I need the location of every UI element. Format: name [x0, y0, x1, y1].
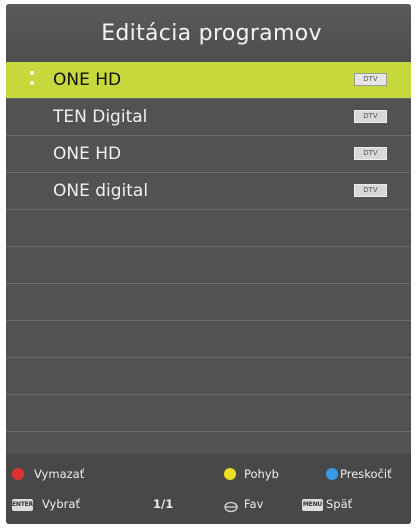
yellow-button-icon	[224, 468, 236, 480]
channel-type-badge: DTV	[354, 184, 387, 197]
menu-key-icon: MENU	[302, 499, 323, 511]
empty-row	[6, 210, 411, 247]
channel-row-4[interactable]: ONE digital DTV	[6, 173, 411, 210]
back-hint[interactable]: Späť	[326, 497, 352, 511]
channel-row-1[interactable]: ONE HD DTV	[6, 62, 411, 99]
channel-row-3[interactable]: ONE HD DTV	[6, 136, 411, 173]
channel-name: TEN Digital	[53, 107, 148, 127]
select-hint[interactable]: Vybrať	[42, 497, 80, 511]
channel-row-2[interactable]: TEN Digital DTV	[6, 99, 411, 136]
delete-hint[interactable]: Vymazať	[34, 467, 84, 481]
footer-hints: Vymazať Pohyb Preskočiť ENTER Vybrať 1/1…	[6, 454, 411, 524]
empty-row	[6, 358, 411, 395]
title-bar: Editácia programov	[6, 4, 411, 62]
red-button-icon	[12, 468, 24, 480]
empty-row	[6, 321, 411, 358]
empty-row	[6, 247, 411, 284]
channel-name: ONE digital	[53, 181, 149, 201]
page-indicator: 1/1	[153, 497, 174, 511]
channel-name: ONE HD	[53, 70, 122, 90]
empty-row	[6, 284, 411, 321]
move-hint[interactable]: Pohyb	[244, 467, 279, 481]
enter-key-icon: ENTER	[12, 499, 33, 511]
cursor-icon	[30, 71, 36, 89]
channel-type-badge: DTV	[354, 73, 387, 86]
fav-hint[interactable]: Fav	[244, 497, 263, 511]
channel-type-badge: DTV	[354, 110, 387, 123]
channel-type-badge: DTV	[354, 147, 387, 160]
page-title: Editácia programov	[101, 20, 322, 46]
heart-icon	[224, 498, 238, 513]
channel-list: ONE HD DTV TEN Digital DTV ONE HD DTV ON…	[6, 62, 411, 432]
tv-screen: Editácia programov ONE HD DTV TEN Digita…	[6, 4, 411, 524]
blue-button-icon	[326, 468, 338, 480]
channel-name: ONE HD	[53, 144, 122, 164]
skip-hint[interactable]: Preskočiť	[340, 467, 392, 481]
empty-row	[6, 395, 411, 432]
